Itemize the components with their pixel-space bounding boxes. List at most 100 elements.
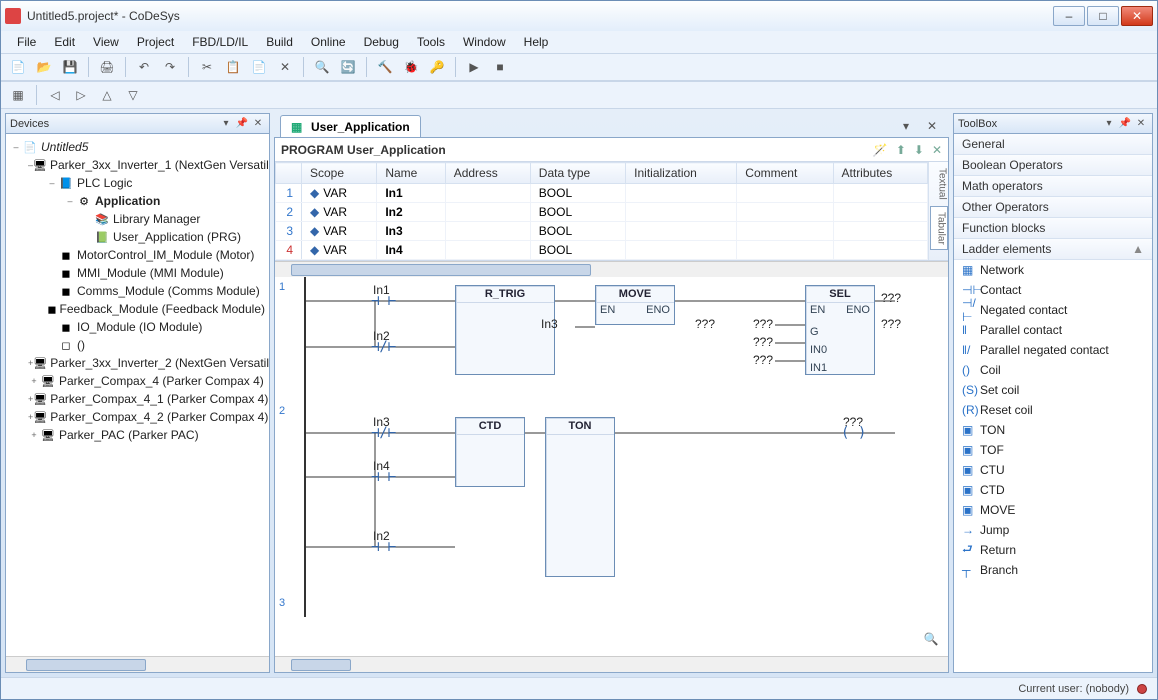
contact-in3-nc[interactable]: ⊣/⊢ — [371, 425, 396, 441]
block-move[interactable]: MOVE EN ENO — [595, 285, 675, 325]
redo-icon[interactable]: ↷ — [159, 56, 181, 78]
variable-row[interactable]: 2◆VARIn2BOOL — [276, 203, 928, 222]
pin-icon[interactable]: 📌 — [235, 117, 249, 131]
toolbox-section[interactable]: Other Operators — [954, 197, 1152, 218]
ladder-view-icon[interactable]: ▦ — [7, 84, 29, 106]
wand-icon[interactable]: 🪄 — [873, 143, 888, 157]
menu-fbdldil[interactable]: FBD/LD/IL — [184, 33, 256, 51]
tree-item[interactable]: ◼Comms_Module (Comms Module) — [6, 282, 269, 300]
tree-item[interactable]: ◼MMI_Module (MMI Module) — [6, 264, 269, 282]
toolbox-item[interactable]: ▣TOF — [954, 440, 1152, 460]
variable-row[interactable]: 3◆VARIn3BOOL — [276, 222, 928, 241]
menu-online[interactable]: Online — [303, 33, 354, 51]
contact-in4[interactable]: ⊣ ⊢ — [371, 469, 396, 485]
find-icon[interactable]: 🔍 — [311, 56, 333, 78]
tree-item[interactable]: ◼MotorControl_IM_Module (Motor) — [6, 246, 269, 264]
toolbox-item[interactable]: ()Coil — [954, 360, 1152, 380]
panel-dropdown-icon[interactable]: ▾ — [219, 117, 233, 131]
toolbox-item[interactable]: ⊣/⊢Negated contact — [954, 300, 1152, 320]
menu-edit[interactable]: Edit — [46, 33, 83, 51]
toolbox-close-icon[interactable]: ✕ — [1134, 117, 1148, 131]
toolbox-item[interactable]: ▣MOVE — [954, 500, 1152, 520]
tree-item[interactable]: +🖥Parker_3xx_Inverter_2 (NextGen Versati… — [6, 354, 269, 372]
minimize-button[interactable]: – — [1053, 6, 1085, 26]
header-close-icon[interactable]: ✕ — [932, 143, 942, 157]
play-icon[interactable]: ▶ — [463, 56, 485, 78]
paste-icon[interactable]: 📄 — [248, 56, 270, 78]
menu-window[interactable]: Window — [455, 33, 514, 51]
toolbox-section[interactable]: General — [954, 134, 1152, 155]
toolbox-item[interactable]: ‖/Parallel negated contact — [954, 340, 1152, 360]
tree-item[interactable]: –⚙Application — [6, 192, 269, 210]
copy-icon[interactable]: 📋 — [222, 56, 244, 78]
ladder-editor[interactable]: 1 2 3 — [275, 277, 948, 656]
cut-icon[interactable]: ✂ — [196, 56, 218, 78]
variable-row[interactable]: 1◆VARIn1BOOL — [276, 184, 928, 203]
side-tab-textual[interactable]: Textual — [930, 162, 948, 206]
panel-close-icon[interactable]: ✕ — [251, 117, 265, 131]
toolbox-section[interactable]: Function blocks — [954, 218, 1152, 239]
toolbox-item[interactable]: →Jump — [954, 520, 1152, 540]
toolbox-item[interactable]: (R)Reset coil — [954, 400, 1152, 420]
tree-item[interactable]: 📚Library Manager — [6, 210, 269, 228]
contact-in2b[interactable]: ⊣ ⊢ — [371, 539, 396, 555]
horizontal-scrollbar[interactable] — [6, 656, 269, 672]
toolbox-section[interactable]: Ladder elements▲ — [954, 239, 1152, 260]
block-rtrig[interactable]: R_TRIG — [455, 285, 555, 375]
tab-user-application[interactable]: ▦ User_Application — [280, 115, 421, 137]
tree-item[interactable]: +🖥Parker_PAC (Parker PAC) — [6, 426, 269, 444]
toolbox-item[interactable]: ┬Branch — [954, 560, 1152, 580]
close-button[interactable]: ✕ — [1121, 6, 1153, 26]
zoom-icon[interactable]: 🔍 — [920, 628, 942, 650]
toolbox-item[interactable]: ▦Network — [954, 260, 1152, 280]
toolbox-item[interactable]: ▣TON — [954, 420, 1152, 440]
stop-icon[interactable]: ■ — [489, 56, 511, 78]
replace-icon[interactable]: 🔄 — [337, 56, 359, 78]
block-sel[interactable]: SEL EN ENO G IN0 IN1 — [805, 285, 875, 375]
new-file-icon[interactable]: 📄 — [7, 56, 29, 78]
tree-item[interactable]: ◻ () — [6, 336, 269, 354]
block-ctd[interactable]: CTD — [455, 417, 525, 487]
toolbox-list[interactable]: ▦Network⊣⊢Contact⊣/⊢Negated contact‖Para… — [954, 260, 1152, 672]
toolbox-item[interactable]: ⮐Return — [954, 540, 1152, 560]
menu-build[interactable]: Build — [258, 33, 301, 51]
ladder-scrollbar[interactable] — [275, 656, 948, 672]
toolbox-item[interactable]: (S)Set coil — [954, 380, 1152, 400]
tree-item[interactable]: +🖥Parker_Compax_4_2 (Parker Compax 4) — [6, 408, 269, 426]
up-arrow-icon[interactable]: ⬆ — [896, 143, 906, 157]
step-right-icon[interactable]: ▷ — [70, 84, 92, 106]
save-icon[interactable]: 💾 — [59, 56, 81, 78]
nav-down-icon[interactable]: ▽ — [122, 84, 144, 106]
tree-item[interactable]: –🖥Parker_3xx_Inverter_1 (NextGen Versati… — [6, 156, 269, 174]
tree-item[interactable]: +🖥Parker_Compax_4 (Parker Compax 4) — [6, 372, 269, 390]
menu-debug[interactable]: Debug — [356, 33, 407, 51]
toolbox-item[interactable]: ⊣⊢Contact — [954, 280, 1152, 300]
tab-dropdown-icon[interactable]: ▾ — [895, 115, 917, 137]
toolbox-pin-icon[interactable]: 📌 — [1118, 117, 1132, 131]
tree-item[interactable]: –📄Untitled5 — [6, 138, 269, 156]
variable-table[interactable]: ScopeNameAddressData typeInitializationC… — [275, 162, 928, 260]
tree-item[interactable]: +🖥Parker_Compax_4_1 (Parker Compax 4) — [6, 390, 269, 408]
undo-icon[interactable]: ↶ — [133, 56, 155, 78]
print-icon[interactable]: 🖨 — [96, 56, 118, 78]
tree-item[interactable]: ◼Feedback_Module (Feedback Module) — [6, 300, 269, 318]
open-folder-icon[interactable]: 📂 — [33, 56, 55, 78]
coil-out[interactable]: ( ) — [841, 425, 866, 441]
device-tree[interactable]: –📄Untitled5–🖥Parker_3xx_Inverter_1 (Next… — [6, 134, 269, 656]
menu-help[interactable]: Help — [516, 33, 557, 51]
toolbox-dropdown-icon[interactable]: ▾ — [1102, 117, 1116, 131]
nav-up-icon[interactable]: △ — [96, 84, 118, 106]
contact-in2-nc[interactable]: ⊣/⊢ — [371, 339, 396, 355]
login-icon[interactable]: 🔑 — [426, 56, 448, 78]
tab-close-icon[interactable]: ✕ — [921, 115, 943, 137]
toolbox-item[interactable]: ▣CTD — [954, 480, 1152, 500]
build-icon[interactable]: 🔨 — [374, 56, 396, 78]
variable-row[interactable]: 4◆VARIn4BOOL — [276, 241, 928, 260]
menu-tools[interactable]: Tools — [409, 33, 453, 51]
tree-item[interactable]: 📗User_Application (PRG) — [6, 228, 269, 246]
menu-view[interactable]: View — [85, 33, 127, 51]
contact-in1[interactable]: ⊣ ⊢ — [371, 293, 396, 309]
step-left-icon[interactable]: ◁ — [44, 84, 66, 106]
toolbox-item[interactable]: ▣CTU — [954, 460, 1152, 480]
toolbox-section[interactable]: Math operators — [954, 176, 1152, 197]
